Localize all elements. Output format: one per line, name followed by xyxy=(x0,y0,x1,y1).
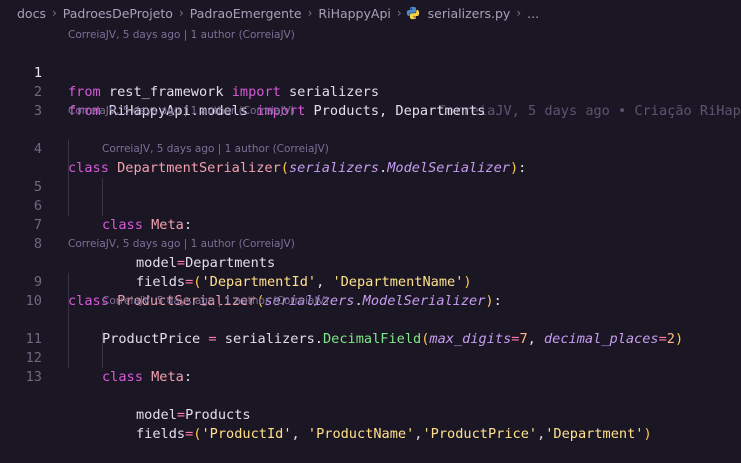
code-line-4[interactable]: 4 class DepartmentSerializer(serializers… xyxy=(0,121,741,176)
indent-guide xyxy=(68,178,69,197)
python-icon xyxy=(406,6,420,20)
code-line-12[interactable]: 12 model=Products xyxy=(0,330,741,423)
colon: : xyxy=(183,369,193,385)
code-lens-blame[interactable]: CorreiaJV, 5 days ago | 1 author (Correi… xyxy=(0,26,741,45)
paren-open: ( xyxy=(193,426,202,442)
code-lens-text[interactable]: CorreiaJV, 5 days ago | 1 author (Correi… xyxy=(102,140,329,159)
code-line-10[interactable]: 10 ProductPrice = serializers.DecimalFie… xyxy=(0,273,741,347)
chevron-right-icon: › xyxy=(516,6,522,20)
code-lens-blame[interactable]: CorreiaJV, 5 days ago | 1 author (Correi… xyxy=(0,140,741,159)
breadcrumb-item-padraoemergente[interactable]: PadraoEmergente xyxy=(188,6,304,21)
comma: , xyxy=(414,426,423,442)
indent-guide xyxy=(68,140,69,159)
attr-value: Products xyxy=(185,407,251,423)
breadcrumb-item-docs[interactable]: docs xyxy=(15,6,48,21)
chevron-right-icon: › xyxy=(178,6,184,20)
indent-guide xyxy=(68,197,69,216)
indent-guide xyxy=(68,311,69,330)
code-editor[interactable]: CorreiaJV, 5 days ago | 1 author (Correi… xyxy=(0,26,741,442)
indent-guide xyxy=(102,178,103,197)
code-line-6[interactable]: 6 model=Departments xyxy=(0,178,741,271)
operator: = xyxy=(185,426,194,442)
comma: , xyxy=(291,426,308,442)
code-line-3[interactable]: 3 xyxy=(0,83,741,119)
breadcrumb-more[interactable]: ... xyxy=(525,6,541,21)
line-content: class Meta: xyxy=(102,368,192,387)
line-content: model=Products xyxy=(136,406,251,425)
line-content: fields=('ProductId', 'ProductName','Prod… xyxy=(136,425,652,444)
code-lens-text[interactable]: CorreiaJV, 5 days ago | 1 author (Correi… xyxy=(68,102,295,121)
indent-guide xyxy=(68,159,69,178)
indent-guide xyxy=(68,349,69,368)
chevron-right-icon: › xyxy=(307,6,313,20)
code-line-5[interactable]: 5 class Meta: xyxy=(0,159,741,233)
code-lens-blame[interactable]: CorreiaJV, 5 days ago | 1 author (Correi… xyxy=(0,292,741,311)
code-lens-text[interactable]: CorreiaJV, 5 days ago | 1 author (Correi… xyxy=(68,26,295,45)
code-lens-text[interactable]: CorreiaJV, 5 days ago | 1 author (Correi… xyxy=(68,235,295,254)
code-line-11[interactable]: 11 class Meta: xyxy=(0,311,741,385)
indent-guide xyxy=(102,197,103,216)
breadcrumb-item-rihappyapi[interactable]: RiHappyApi xyxy=(316,6,392,21)
code-line-1[interactable]: 1 from rest_framework import serializers… xyxy=(0,45,741,119)
string-literal: 'ProductPrice' xyxy=(422,426,538,442)
chevron-right-icon: › xyxy=(51,6,57,20)
keyword-class: class xyxy=(102,369,143,385)
indent-guide xyxy=(68,330,69,349)
indent-guide xyxy=(68,273,69,292)
breadcrumb: docs › PadroesDeProjeto › PadraoEmergent… xyxy=(0,0,741,26)
breadcrumb-item-file[interactable]: serializers.py xyxy=(426,6,513,21)
breadcrumb-item-padroesdeprojeto[interactable]: PadroesDeProjeto xyxy=(61,6,175,21)
line-number: 13 xyxy=(25,369,42,385)
paren-close: ) xyxy=(643,426,652,442)
attr-name: model xyxy=(136,407,177,423)
chevron-right-icon: › xyxy=(396,6,402,20)
string-literal: 'Department' xyxy=(545,426,644,442)
string-literal: 'ProductId' xyxy=(201,426,292,442)
attr-name: fields xyxy=(136,426,186,442)
indent-guide xyxy=(102,349,103,368)
code-line-9[interactable]: 9 class ProductSerializer(serializers.Mo… xyxy=(0,254,741,309)
string-literal: 'ProductName' xyxy=(307,426,415,442)
operator: = xyxy=(176,407,186,423)
code-line-7[interactable]: 7 fields=('DepartmentId', 'DepartmentNam… xyxy=(0,197,741,290)
code-line-13[interactable]: 13 fields=('ProductId', 'ProductName','P… xyxy=(0,349,741,442)
code-lens-blame[interactable]: CorreiaJV, 5 days ago | 1 author (Correi… xyxy=(0,102,741,121)
code-line-2[interactable]: 2 from RiHappyApi.models import Products… xyxy=(0,64,741,119)
code-lens-text[interactable]: CorreiaJV, 5 days ago | 1 author (Correi… xyxy=(102,292,329,311)
class-name: Meta xyxy=(151,369,184,385)
comma: , xyxy=(537,426,546,442)
indent-guide xyxy=(68,292,69,311)
code-line-8[interactable]: 8 xyxy=(0,216,741,252)
indent-guide xyxy=(102,330,103,349)
code-lens-blame[interactable]: CorreiaJV, 5 days ago | 1 author (Correi… xyxy=(0,235,741,254)
